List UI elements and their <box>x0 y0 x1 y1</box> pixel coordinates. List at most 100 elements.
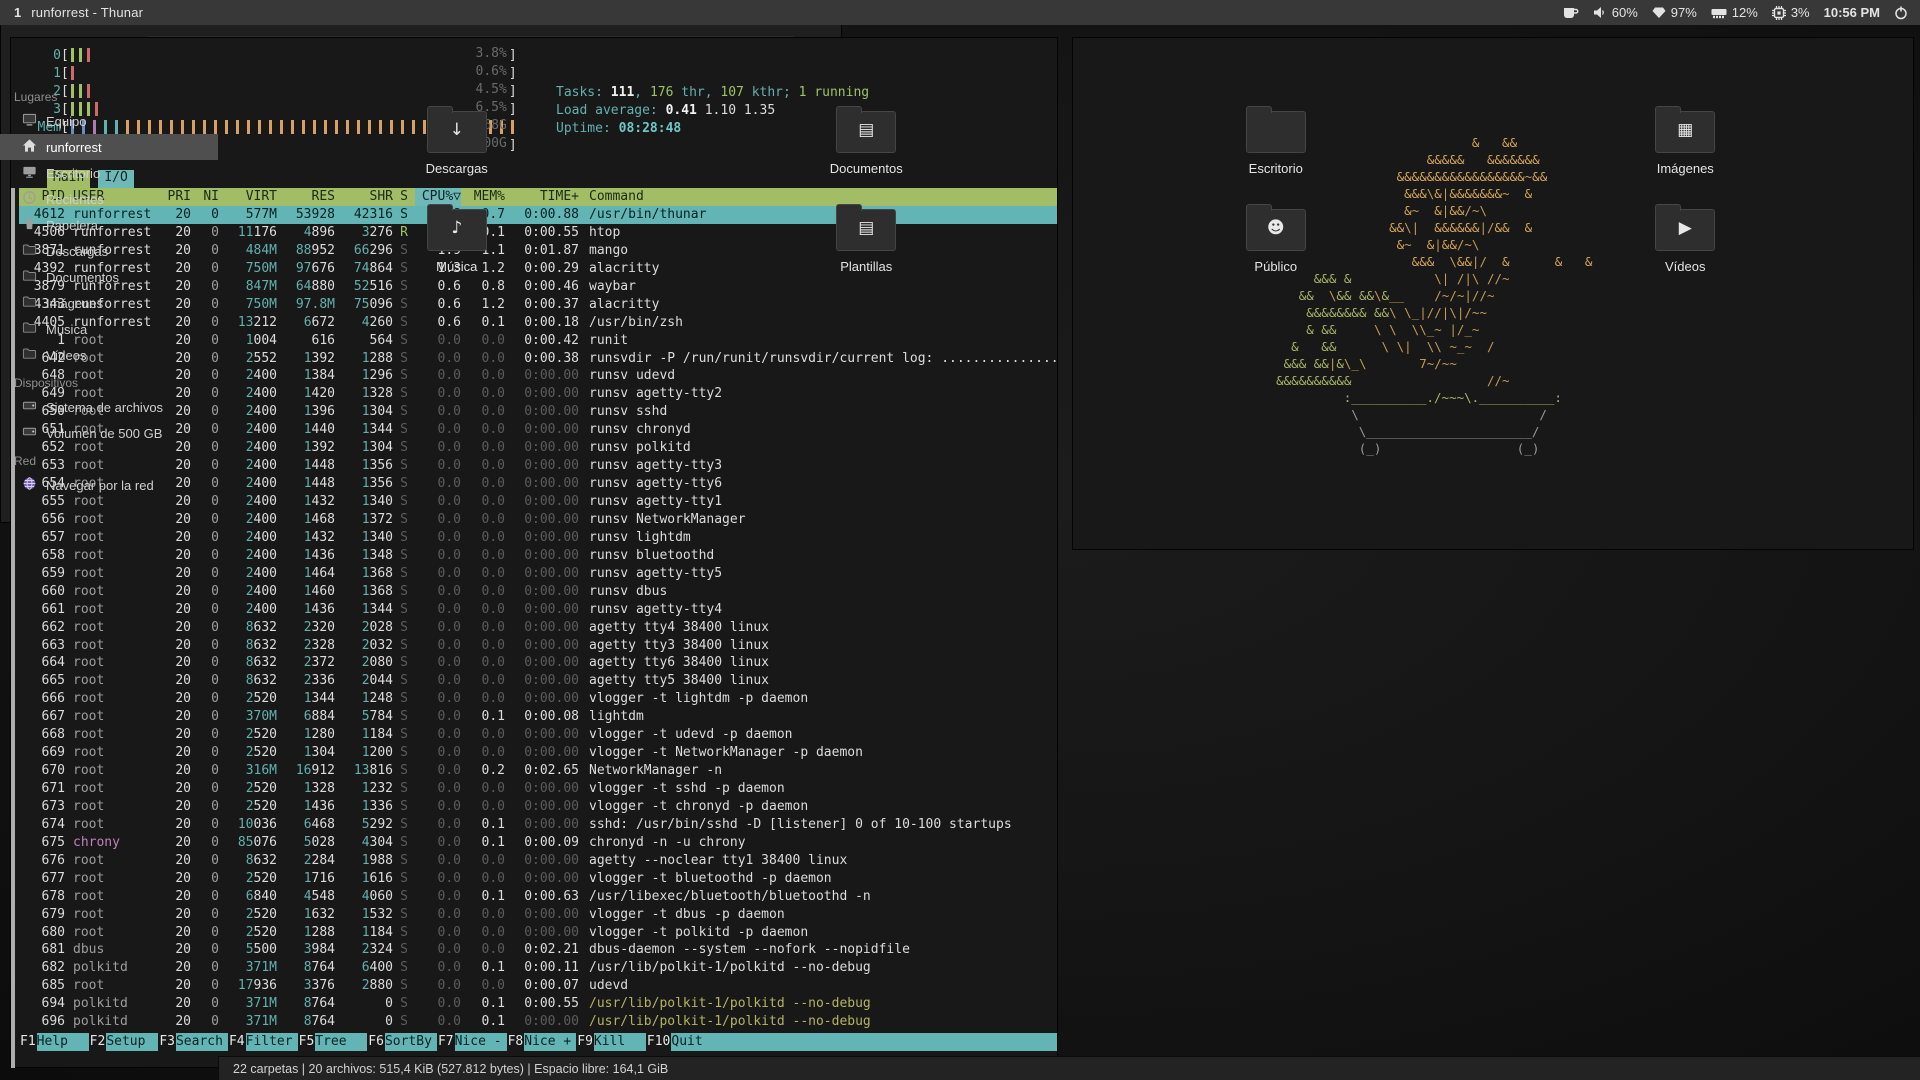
folder-emblem: ▤ <box>837 218 895 238</box>
folder-emblem: ☻ <box>1247 218 1305 238</box>
desktop-icon <box>22 164 37 182</box>
folder-icon <box>22 346 37 364</box>
cpu-value: 3% <box>1791 5 1810 20</box>
workspace-indicator[interactable]: 1 <box>0 5 31 20</box>
sidebar-item-label: Sistema de archivos <box>46 400 163 415</box>
meter-label: 0 <box>19 48 61 63</box>
file-item-p-blico[interactable]: ☻ Público <box>1071 202 1481 274</box>
drive-icon <box>22 424 37 442</box>
sidebar-item-papelera[interactable]: Papelera <box>0 212 218 238</box>
folder-emblem: ♪ <box>428 218 486 238</box>
file-grid: ↓ Descargas ▤Documentos Escritorio ▦ Imágenes… <box>218 82 1920 274</box>
folder-icon: ▤ <box>836 209 896 251</box>
sidebar-item-v-deos[interactable]: Vídeos <box>0 342 218 368</box>
sidebar-item-label: Escritorio <box>46 166 100 181</box>
sidebar-item-m-sica[interactable]: Música <box>0 316 218 342</box>
status-bar-thunar: 22 carpetas | 20 archivos: 515,4 KiB (52… <box>218 1056 1920 1080</box>
file-item-im-genes[interactable]: ▦ Imágenes <box>1481 104 1891 176</box>
sidebar-item-label: Vídeos <box>46 348 86 363</box>
sidebar-item-label: runforrest <box>46 140 102 155</box>
computer-icon <box>22 112 37 130</box>
file-label: Vídeos <box>1665 259 1705 274</box>
cpu-meter: 0[3.8%] <box>19 46 1057 64</box>
memory-value: 12% <box>1732 5 1758 20</box>
sidebar-item-label: Imágenes <box>46 296 103 311</box>
battery-icon <box>1652 6 1666 19</box>
file-label: Música <box>436 259 477 274</box>
meter-body: 3.8% <box>69 46 509 64</box>
sidebar-item-escritorio[interactable]: Escritorio <box>0 160 218 186</box>
recent-icon <box>22 190 37 208</box>
bracket: ] <box>509 48 517 63</box>
cpu-percent: 3.8% <box>476 46 507 61</box>
status-bar: 1 runforrest - Thunar 60% 97% 12% 3% 1 <box>0 0 1920 25</box>
desktop: 1 runforrest - Thunar 60% 97% 12% 3% 1 <box>0 0 1920 1080</box>
volume-icon <box>1593 6 1607 19</box>
cpu-percent: 0.6% <box>476 64 507 79</box>
folder-icon <box>22 320 37 338</box>
file-label: Escritorio <box>1249 161 1303 176</box>
cpu-icon <box>1772 6 1786 20</box>
meter-label: 1 <box>19 66 61 81</box>
sidebar-item-im-genes[interactable]: Imágenes <box>0 290 218 316</box>
file-item-documentos[interactable]: ▤Documentos <box>662 104 1072 176</box>
sidebar-item-navegar-por-la-red[interactable]: Navegar por la red <box>0 472 218 498</box>
drive-icon <box>22 398 37 416</box>
folder-emblem: ▶ <box>1656 218 1714 238</box>
file-item-m-sica[interactable]: ♪ Música <box>252 202 662 274</box>
sidebar-item-documentos[interactable]: Documentos <box>0 264 218 290</box>
file-item-plantillas[interactable]: ▤ Plantillas <box>662 202 1072 274</box>
file-label: Público <box>1254 259 1297 274</box>
sidebar-item-equipo[interactable]: Equipo <box>0 108 218 134</box>
sidebar-item-descargas[interactable]: Descargas <box>0 238 218 264</box>
sidebar-item-label: Equipo <box>46 114 86 129</box>
status-text: 22 carpetas | 20 archivos: 515,4 KiB (52… <box>233 1062 668 1076</box>
power-icon[interactable] <box>1894 6 1908 20</box>
folder-icon: ↓ <box>427 111 487 153</box>
system-tray: 60% 97% 12% 3% 10:56 PM <box>1563 5 1920 20</box>
cpu-module[interactable]: 3% <box>1772 5 1810 20</box>
window-title: runforrest - Thunar <box>31 5 143 20</box>
sidebar: LugaresEquiporunforrestEscritorioRecient… <box>0 82 218 1080</box>
cpu-bars <box>71 66 79 80</box>
volume-value: 60% <box>1612 5 1638 20</box>
meter-bar <box>71 48 74 62</box>
folder-emblem: ↓ <box>428 120 486 140</box>
sidebar-section-red: Red <box>0 446 218 472</box>
sidebar-item-label: Papelera <box>46 218 98 233</box>
file-label: Descargas <box>426 161 488 176</box>
file-label: Imágenes <box>1657 161 1714 176</box>
volume-module[interactable]: 60% <box>1593 5 1638 20</box>
coffee-icon[interactable] <box>1563 6 1579 19</box>
trash-icon <box>22 216 37 234</box>
sidebar-item-volumen-de-500-gb[interactable]: Volumen de 500 GB <box>0 420 218 446</box>
battery-module[interactable]: 97% <box>1652 5 1697 20</box>
folder-icon: ▶ <box>1655 209 1715 251</box>
folder-icon: ▦ <box>1655 111 1715 153</box>
sidebar-item-recientes[interactable]: Recientes <box>0 186 218 212</box>
bracket: [ <box>61 48 69 63</box>
meter-body: 0.6% <box>69 64 509 82</box>
file-label: Plantillas <box>840 259 892 274</box>
sidebar-item-label: Navegar por la red <box>46 478 154 493</box>
memory-icon <box>1711 7 1727 19</box>
clock: 10:56 PM <box>1824 5 1880 20</box>
sidebar-item-label: Recientes <box>46 192 104 207</box>
meter-bar <box>71 66 74 80</box>
file-item-v-deos[interactable]: ▶ Vídeos <box>1481 202 1891 274</box>
folder-emblem: ▤ <box>837 120 895 140</box>
folder-icon <box>1246 111 1306 153</box>
sidebar-section-dispositivos: Dispositivos <box>0 368 218 394</box>
memory-module[interactable]: 12% <box>1711 5 1758 20</box>
sidebar-item-label: Volumen de 500 GB <box>46 426 162 441</box>
file-item-escritorio[interactable]: Escritorio <box>1071 104 1481 176</box>
bracket: ] <box>509 66 517 81</box>
network-icon <box>22 476 37 494</box>
file-item-descargas[interactable]: ↓ Descargas <box>252 104 662 176</box>
sidebar-item-label: Música <box>46 322 87 337</box>
folder-icon: ♪ <box>427 209 487 251</box>
cpu-meter: 1[0.6%] <box>19 64 1057 82</box>
sidebar-item-runforrest[interactable]: runforrest <box>0 134 218 160</box>
folder-icon: ▤ <box>836 111 896 153</box>
sidebar-item-sistema-de-archivos[interactable]: Sistema de archivos <box>0 394 218 420</box>
